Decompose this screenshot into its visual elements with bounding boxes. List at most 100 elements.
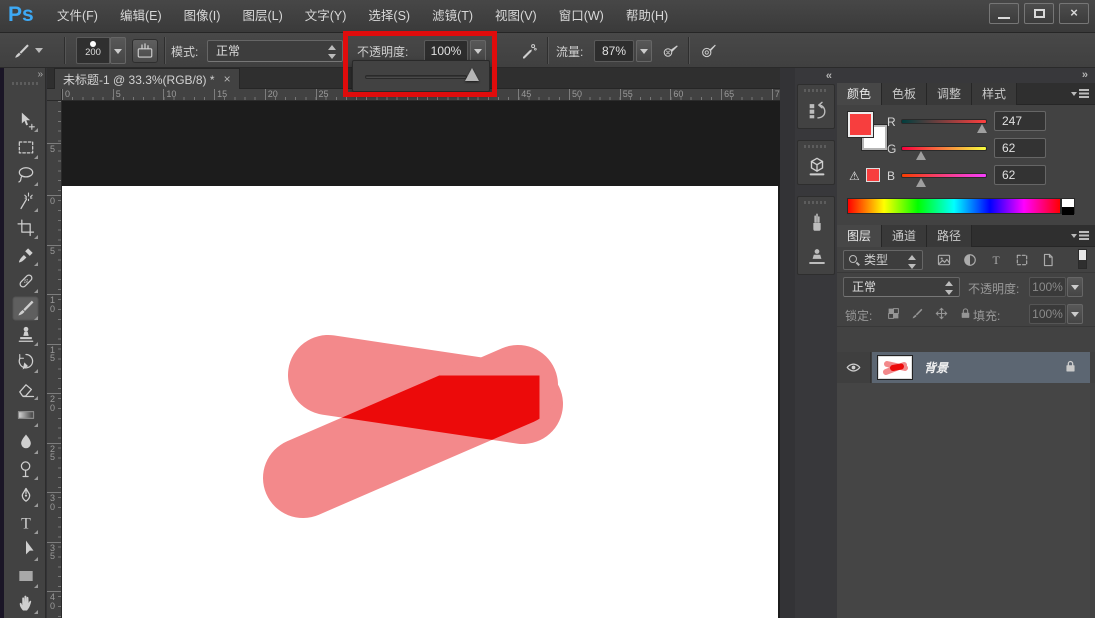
maximize-button[interactable] <box>1024 3 1054 24</box>
channel-slider-handle[interactable] <box>977 124 987 133</box>
adjustment-filter-icon[interactable] <box>961 250 979 270</box>
clone-source-panel-icon[interactable] <box>798 240 836 274</box>
color-panel-menu-icon[interactable] <box>1071 88 1089 100</box>
foreground-color-swatch[interactable] <box>848 112 873 137</box>
opacity-slider-handle[interactable] <box>465 68 479 81</box>
tablet-size-icon[interactable] <box>696 39 722 63</box>
toggle-brush-panel-button[interactable] <box>132 39 158 63</box>
healing-brush-tool[interactable] <box>12 269 39 294</box>
blur-tool[interactable] <box>12 430 39 455</box>
history-panel-icon[interactable] <box>798 94 836 128</box>
layer-row-selected[interactable]: 背景 <box>872 352 1090 383</box>
expand-panels-button[interactable]: » <box>1082 69 1087 81</box>
dodge-tool[interactable] <box>12 456 39 481</box>
tablet-opacity-icon[interactable] <box>516 39 542 63</box>
layer-blend-mode-select[interactable]: 正常 <box>843 277 960 297</box>
layer-fill-value[interactable]: 100% <box>1029 304 1066 324</box>
magic-wand-tool[interactable] <box>12 188 39 213</box>
tab-颜色[interactable]: 颜色 <box>837 83 882 105</box>
lock-pixels-icon[interactable] <box>909 304 926 322</box>
dock-grip[interactable] <box>804 145 828 148</box>
toolbar-grip[interactable] <box>12 82 38 85</box>
channel-slider-track[interactable] <box>901 173 987 178</box>
menu-item-文字[interactable]: 文字(Y) <box>294 0 358 33</box>
clone-stamp-tool[interactable] <box>12 322 39 347</box>
collapse-dock-button[interactable]: « <box>826 70 831 82</box>
flow-dropdown-button[interactable] <box>636 40 652 62</box>
canvas[interactable] <box>62 186 778 618</box>
tab-close-icon[interactable]: × <box>224 72 231 86</box>
menu-item-帮助[interactable]: 帮助(H) <box>615 0 679 33</box>
tab-色板[interactable]: 色板 <box>882 83 927 105</box>
color-spectrum-ramp[interactable] <box>847 198 1061 214</box>
tab-图层[interactable]: 图层 <box>837 225 882 247</box>
menu-item-选择[interactable]: 选择(S) <box>357 0 421 33</box>
history-brush-tool[interactable] <box>12 349 39 374</box>
menu-item-图像[interactable]: 图像(I) <box>173 0 232 33</box>
layer-fill-dropdown-button[interactable] <box>1067 304 1083 324</box>
layer-thumbnail[interactable] <box>878 356 912 379</box>
menu-item-编辑[interactable]: 编辑(E) <box>109 0 173 33</box>
tab-样式[interactable]: 样式 <box>972 83 1017 105</box>
minimize-button[interactable] <box>989 3 1019 24</box>
eyedropper-tool[interactable] <box>12 242 39 267</box>
image-filter-icon[interactable] <box>935 250 953 270</box>
lock-position-icon[interactable] <box>933 304 950 322</box>
opacity-value-box[interactable]: 100% <box>424 40 468 62</box>
rectangle-tool[interactable] <box>12 564 39 589</box>
lock-transparency-icon[interactable] <box>885 304 902 322</box>
rectangular-marquee-tool[interactable] <box>12 135 39 160</box>
channel-slider-track[interactable] <box>901 146 987 151</box>
document-tab[interactable]: 未标题-1 @ 33.3%(RGB/8) * × <box>54 68 240 89</box>
tool-preset-button[interactable] <box>8 39 48 63</box>
opacity-slider-track[interactable] <box>365 75 467 79</box>
lasso-tool[interactable] <box>12 162 39 187</box>
filter-toggle-switch[interactable] <box>1078 249 1087 269</box>
pen-tool[interactable] <box>12 483 39 508</box>
opacity-dropdown-button[interactable] <box>470 40 486 62</box>
layer-opacity-value[interactable]: 100% <box>1029 277 1066 297</box>
collapse-toolbar-button[interactable]: » <box>37 69 41 80</box>
brush-preset-dropdown-button[interactable] <box>110 37 126 64</box>
menu-item-文件[interactable]: 文件(F) <box>46 0 109 33</box>
eraser-tool[interactable] <box>12 376 39 401</box>
dock-grip[interactable] <box>804 89 828 92</box>
gradient-tool[interactable] <box>12 403 39 428</box>
menu-item-滤镜[interactable]: 滤镜(T) <box>421 0 484 33</box>
menu-item-窗口[interactable]: 窗口(W) <box>548 0 615 33</box>
properties-panel-icon[interactable] <box>798 150 836 184</box>
layer-row[interactable]: 背景 <box>837 352 1095 383</box>
layer-visibility-cell[interactable] <box>837 352 871 383</box>
channel-value-input[interactable]: 62 <box>994 138 1046 158</box>
tab-通道[interactable]: 通道 <box>882 225 927 247</box>
hand-tool[interactable] <box>12 590 39 615</box>
crop-tool[interactable] <box>12 215 39 240</box>
lock-all-icon[interactable] <box>957 304 974 322</box>
channel-value-input[interactable]: 247 <box>994 111 1046 131</box>
close-button[interactable]: × <box>1059 3 1089 24</box>
layers-panel-menu-icon[interactable] <box>1071 230 1089 242</box>
channel-slider-handle[interactable] <box>916 178 926 187</box>
white-black-swatches[interactable] <box>1061 198 1075 214</box>
tab-调整[interactable]: 调整 <box>927 83 972 105</box>
flow-value-box[interactable]: 87% <box>594 40 634 62</box>
path-selection-tool[interactable] <box>12 537 39 562</box>
channel-slider-track[interactable] <box>901 119 987 124</box>
move-tool[interactable] <box>12 108 39 133</box>
channel-slider-handle[interactable] <box>916 151 926 160</box>
type-tool[interactable]: T <box>12 510 39 535</box>
tab-路径[interactable]: 路径 <box>927 225 972 247</box>
menu-item-图层[interactable]: 图层(L) <box>231 0 293 33</box>
smart-object-filter-icon[interactable] <box>1039 250 1057 270</box>
airbrush-toggle-icon[interactable] <box>658 39 684 63</box>
layer-filter-select[interactable]: 类型 <box>843 250 923 270</box>
type-filter-icon[interactable]: T <box>987 250 1005 270</box>
brush-tool[interactable] <box>12 296 39 321</box>
vertical-ruler[interactable]: 5051 01 52 02 53 03 54 0 <box>47 101 62 618</box>
dock-grip[interactable] <box>804 201 828 204</box>
menu-item-视图[interactable]: 视图(V) <box>484 0 548 33</box>
brush-presets-panel-icon[interactable] <box>798 206 836 240</box>
blend-mode-select[interactable]: 正常 <box>207 40 343 62</box>
brush-preset-picker[interactable]: 200 <box>76 37 110 64</box>
channel-value-input[interactable]: 62 <box>994 165 1046 185</box>
